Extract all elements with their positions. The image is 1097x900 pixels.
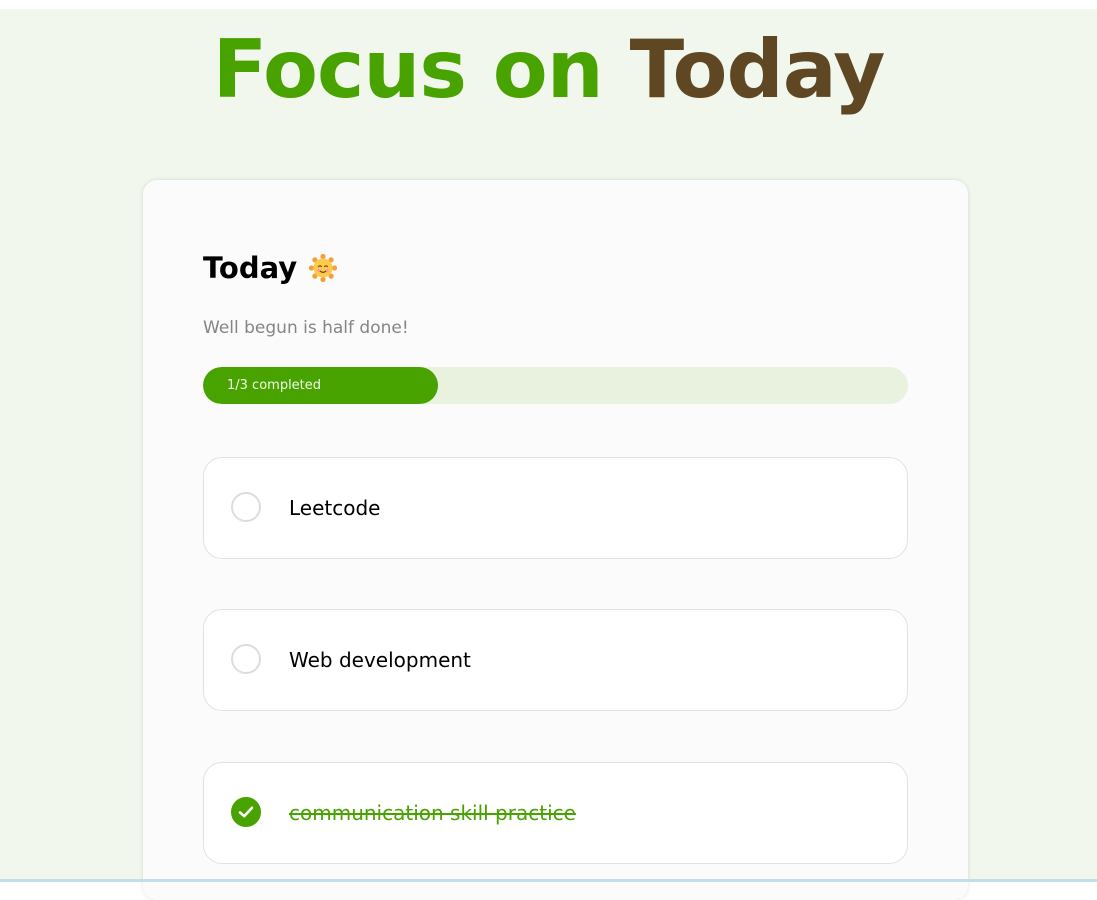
unchecked-circle-icon[interactable]: [231, 492, 261, 522]
goals-card: Today Well begun is half done! 1/3 compl…: [143, 180, 968, 900]
heading-focus-on: Focus on: [212, 23, 604, 116]
smiling-sun-icon: [309, 254, 338, 282]
progress-bar: 1/3 completed: [203, 367, 908, 404]
goal-text: Web development: [289, 648, 471, 672]
unchecked-circle-icon[interactable]: [231, 644, 261, 674]
progress-bar-fill: 1/3 completed: [203, 367, 438, 404]
motivational-quote: Well begun is half done!: [203, 318, 409, 338]
heading-today: Today: [629, 23, 886, 116]
card-title-text: Today: [203, 251, 298, 285]
goal-item[interactable]: Leetcode: [203, 457, 908, 559]
goal-text-completed: communication skill practice: [289, 801, 576, 825]
card-title: Today: [203, 248, 338, 288]
progress-label: 1/3 completed: [227, 378, 322, 393]
check-icon[interactable]: [231, 797, 261, 827]
app-heading: Focus on Today: [0, 22, 1097, 118]
goal-item[interactable]: Web development: [203, 609, 908, 711]
goal-text: Leetcode: [289, 496, 381, 520]
goal-item[interactable]: communication skill practice: [203, 762, 908, 864]
